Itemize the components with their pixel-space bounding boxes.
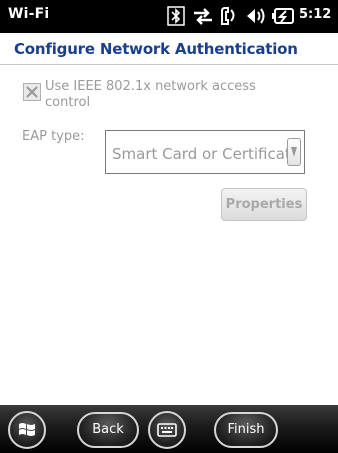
ieee-8021x-checkbox[interactable]: [23, 83, 41, 101]
status-title: Wi-Fi: [8, 6, 50, 22]
ieee-8021x-checkbox-label[interactable]: Use IEEE 802.1x network access control: [45, 79, 295, 111]
eap-type-label: EAP type:: [22, 129, 85, 144]
speaker-icon: [245, 6, 265, 26]
dropdown-arrow-icon[interactable]: [287, 138, 301, 166]
checkmark-icon: [26, 86, 38, 98]
keyboard-button[interactable]: [148, 411, 186, 449]
finish-button[interactable]: Finish: [214, 412, 278, 448]
battery-icon: [271, 6, 294, 26]
title-divider: [0, 64, 338, 65]
phone-icon: [219, 6, 239, 26]
data-transfer-icon: [192, 6, 212, 26]
wifi-config-screen: Wi-Fi 5:12 Configure Network Authenticat…: [0, 0, 338, 453]
start-button[interactable]: [8, 411, 46, 449]
windows-logo-icon: [19, 423, 35, 436]
back-button[interactable]: Back: [77, 412, 139, 448]
eap-type-select[interactable]: Smart Card or Certificate: [105, 130, 305, 174]
eap-type-value: Smart Card or Certificate: [112, 145, 290, 163]
bluetooth-icon: [167, 6, 187, 26]
page-title: Configure Network Authentication: [14, 40, 298, 58]
bottom-bar: Back Finish: [0, 405, 338, 453]
properties-button[interactable]: Properties: [221, 188, 307, 221]
keyboard-icon: [157, 423, 177, 437]
status-time: 5:12: [299, 7, 332, 22]
status-bar[interactable]: Wi-Fi 5:12: [0, 0, 338, 33]
